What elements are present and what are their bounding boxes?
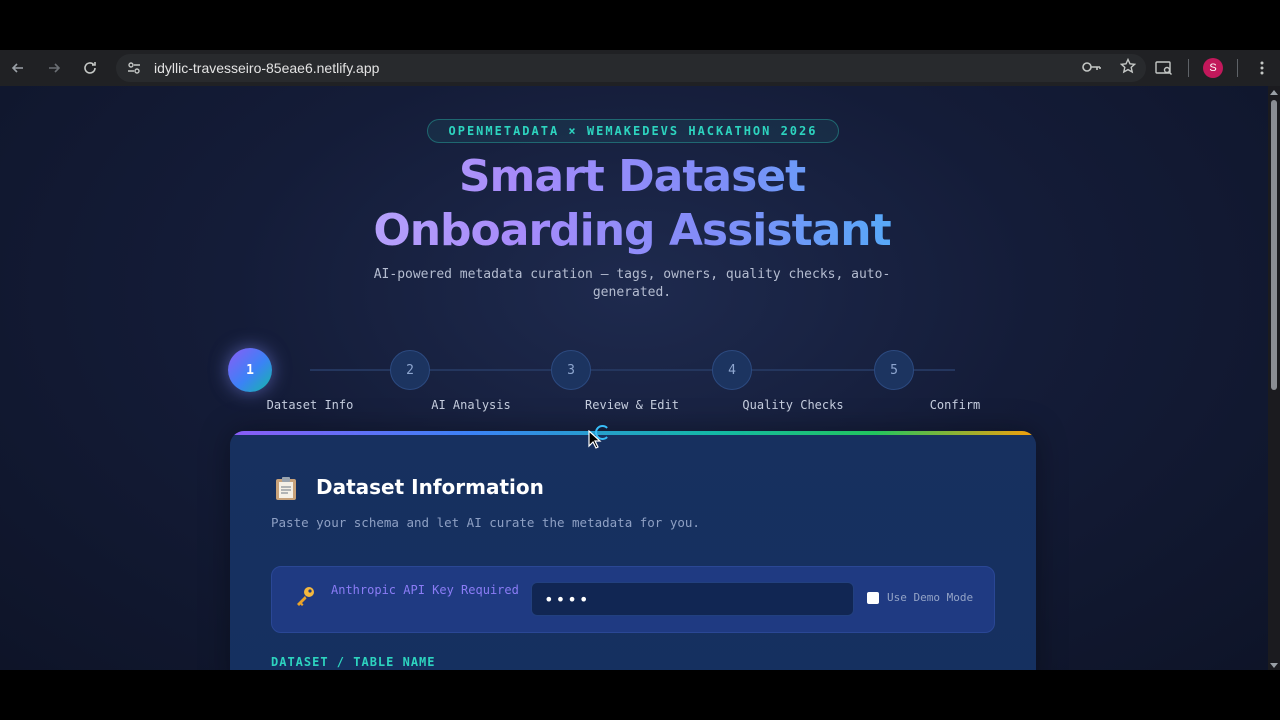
title-line-1: Smart Dataset xyxy=(458,151,806,202)
site-info-icon[interactable] xyxy=(120,54,148,82)
page-scrollbar[interactable] xyxy=(1268,86,1280,670)
step-4-label: Quality Checks xyxy=(742,398,844,412)
clipboard-icon xyxy=(274,475,298,507)
hackathon-badge: OPENMETADATA × WEMAKEDEVS HACKATHON 2026 xyxy=(427,119,839,143)
url-text[interactable]: idyllic-travesseiro-85eae6.netlify.app xyxy=(154,60,379,76)
star-icon[interactable] xyxy=(1119,57,1137,78)
title-line-2: Onboarding Assistant xyxy=(373,205,891,256)
step-5-indicator[interactable]: 5 xyxy=(874,350,914,390)
scroll-down-icon[interactable] xyxy=(1270,663,1278,668)
step-3-label: Review & Edit xyxy=(585,398,679,412)
letterbox-bottom xyxy=(0,670,1280,720)
step-2-indicator[interactable]: 2 xyxy=(390,350,430,390)
kebab-menu-icon[interactable] xyxy=(1244,50,1280,86)
page-viewport: OPENMETADATA × WEMAKEDEVS HACKATHON 2026… xyxy=(0,86,1268,670)
dataset-info-card: Dataset Information Paste your schema an… xyxy=(230,431,1036,670)
scroll-thumb[interactable] xyxy=(1271,100,1277,390)
mouse-cursor-icon xyxy=(588,429,602,454)
step-3-indicator[interactable]: 3 xyxy=(551,350,591,390)
step-4-indicator[interactable]: 4 xyxy=(712,350,752,390)
address-bar[interactable]: idyllic-travesseiro-85eae6.netlify.app xyxy=(116,54,1146,82)
reload-icon[interactable] xyxy=(72,50,108,86)
step-1-indicator[interactable]: 1 xyxy=(228,348,272,392)
toolbar-divider xyxy=(1188,59,1189,77)
back-arrow-icon[interactable] xyxy=(0,50,36,86)
card-accent-bar xyxy=(230,431,1036,435)
key-icon[interactable] xyxy=(1082,59,1102,78)
card-title: Dataset Information xyxy=(316,475,544,499)
api-key-input[interactable] xyxy=(531,582,854,616)
profile-button[interactable]: S xyxy=(1195,50,1231,86)
api-key-label: Anthropic API Key Required xyxy=(331,583,519,597)
scroll-up-icon[interactable] xyxy=(1270,90,1278,95)
page-subtitle: AI-powered metadata curation — tags, own… xyxy=(340,266,924,302)
avatar[interactable]: S xyxy=(1203,58,1223,78)
step-2-label: AI Analysis xyxy=(431,398,511,412)
toolbar-divider xyxy=(1237,59,1238,77)
step-1-label: Dataset Info xyxy=(266,398,354,412)
forward-arrow-icon[interactable] xyxy=(36,50,72,86)
page-title: Smart Dataset Onboarding Assistant xyxy=(240,150,1024,258)
key-icon xyxy=(294,585,316,612)
step-5-label: Confirm xyxy=(929,398,981,412)
letterbox-top xyxy=(0,0,1280,50)
subtitle-line-1: AI-powered metadata curation — tags, own… xyxy=(373,267,891,282)
api-key-panel: Anthropic API Key Required Use Demo Mode xyxy=(271,566,995,633)
card-description: Paste your schema and let AI curate the … xyxy=(271,515,700,530)
browser-toolbar: idyllic-travesseiro-85eae6.netlify.app S xyxy=(0,50,1280,86)
demo-mode-checkbox[interactable] xyxy=(867,592,879,604)
search-page-icon[interactable] xyxy=(1146,50,1182,86)
dataset-name-label: DATASET / TABLE NAME xyxy=(271,655,436,669)
demo-mode-label[interactable]: Use Demo Mode xyxy=(887,591,973,604)
subtitle-line-2: generated. xyxy=(592,285,672,300)
